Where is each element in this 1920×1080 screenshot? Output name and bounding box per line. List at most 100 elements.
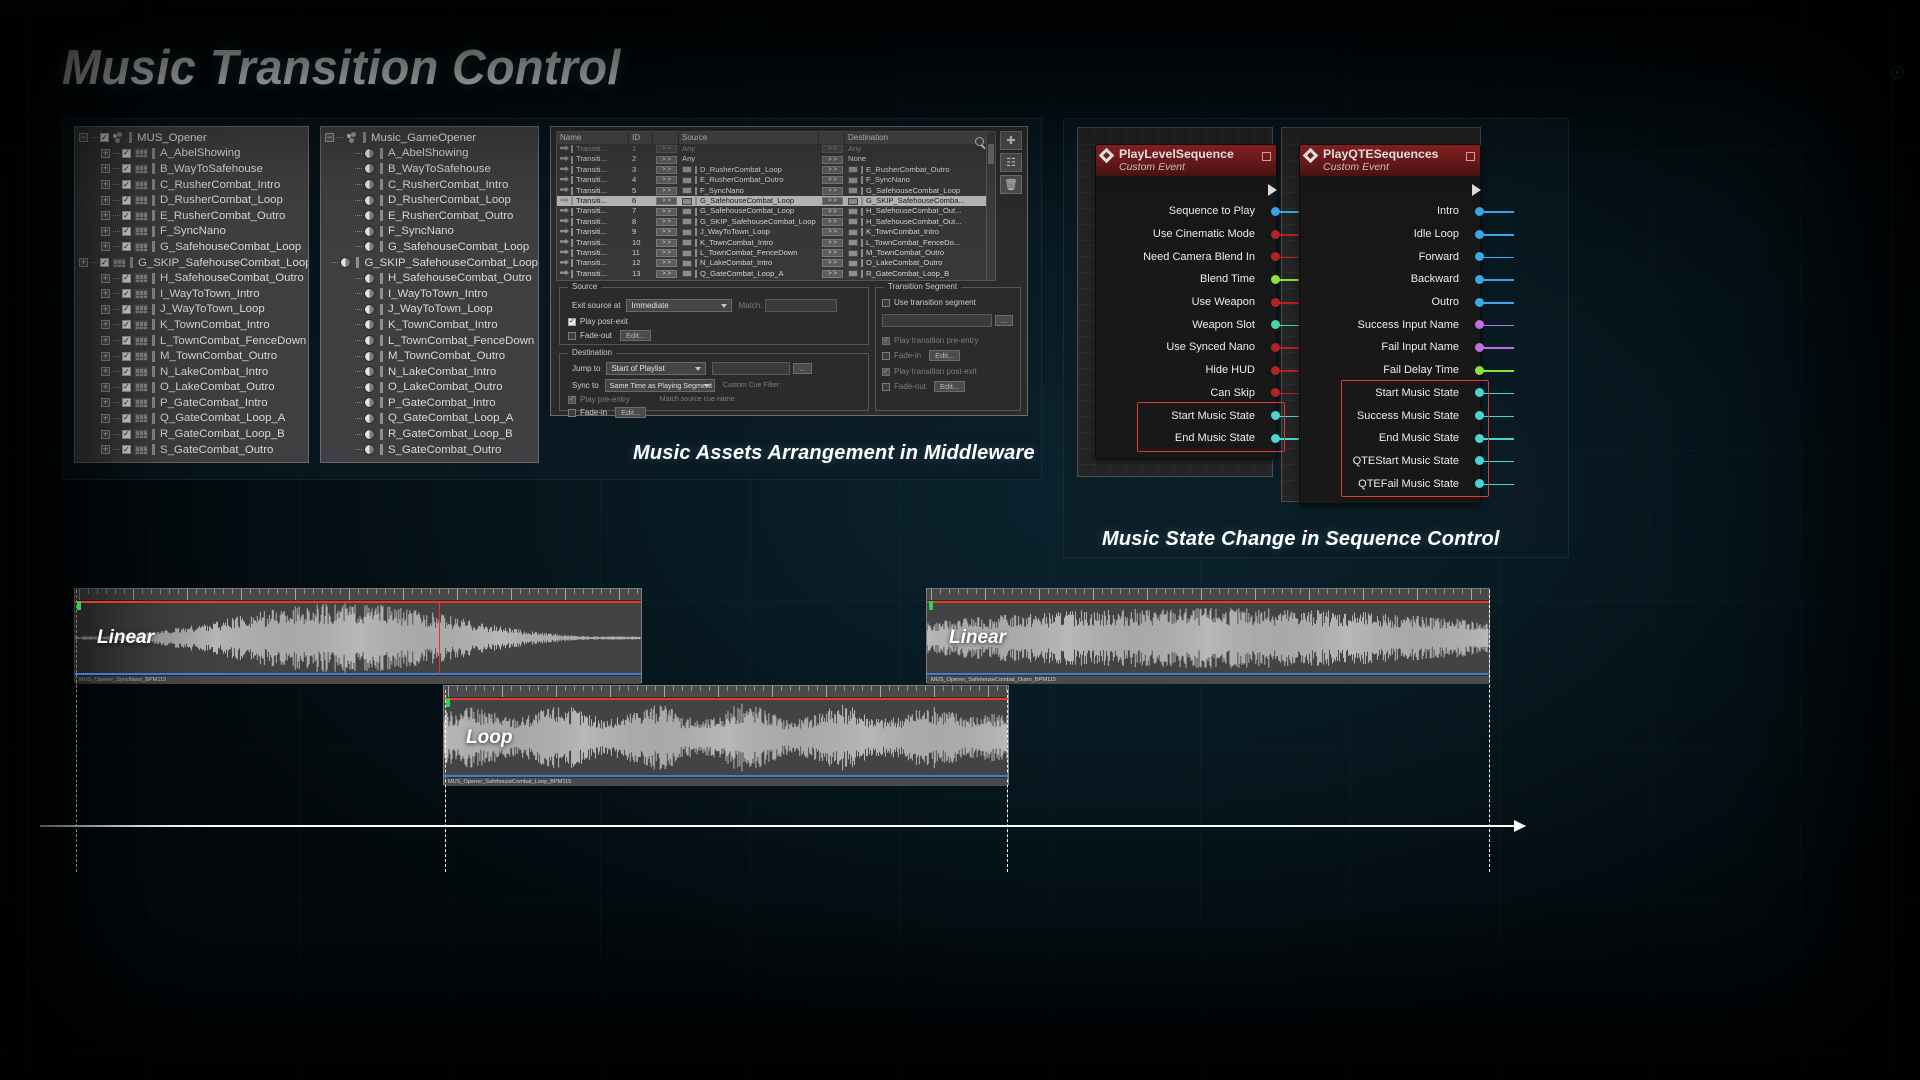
table-row[interactable]: Transiti... 4 > > E_RusherCombat_Outro > > F_…: [557, 175, 995, 185]
tree-item-2[interactable]: + ✓ C_RusherCombat_Intro: [75, 177, 308, 193]
state-item-1[interactable]: B_WayToSafehouse: [321, 161, 538, 177]
node-pin-row[interactable]: Backward: [1300, 268, 1514, 291]
expand-icon[interactable]: +: [101, 242, 110, 252]
table-row[interactable]: Transiti... 11 > > L_TownCombat_FenceDown > …: [557, 248, 995, 258]
tree-item-18[interactable]: + ✓ R_GateCombat_Loop_B: [75, 426, 308, 442]
state-item-19[interactable]: S_GateCombat_Outro: [321, 442, 538, 458]
table-row[interactable]: Transiti... 5 > > F_SyncNano > > G_SafehouseC…: [557, 186, 995, 196]
node-header[interactable]: PlayLevelSequence Custom Event: [1096, 145, 1276, 176]
tree-item-17[interactable]: + ✓ Q_GateCombat_Loop_A: [75, 411, 308, 427]
destination-browse-button[interactable]: > >: [822, 238, 843, 247]
column-header-id[interactable]: ID: [629, 132, 653, 144]
source-browse-button[interactable]: > >: [656, 217, 677, 226]
tree-checkbox[interactable]: ✓: [122, 242, 131, 252]
collapse-icon[interactable]: −: [79, 133, 88, 143]
table-row[interactable]: Transiti... 1 > > Any > > Any: [557, 144, 995, 154]
destination-browse-button[interactable]: > >: [822, 155, 843, 164]
waveform-start-marker[interactable]: [446, 698, 450, 707]
source-browse-button[interactable]: > >: [656, 238, 677, 247]
source-browse-button[interactable]: > >: [656, 197, 677, 206]
tree-checkbox[interactable]: ✓: [122, 445, 131, 455]
tree-item-7[interactable]: + ✓ G_SKIP_SafehouseCombat_Loop: [75, 255, 308, 271]
transition-play-post-exit-row[interactable]: ✓ Play transition post-exit: [882, 367, 977, 376]
blueprint-node-play-qte-sequences[interactable]: PlayQTESequences Custom Event Intro Idle Lo…: [1299, 144, 1514, 504]
jump-to-browse-button[interactable]: ...: [793, 363, 812, 374]
node-pin-row[interactable]: End Music State: [1096, 427, 1310, 450]
destination-browse-button[interactable]: > >: [822, 186, 843, 195]
transition-play-pre-entry-checkbox[interactable]: ✓: [882, 336, 890, 345]
column-header-name[interactable]: Name: [557, 132, 629, 144]
music-state-tree-b[interactable]: − Music_GameOpener A_AbelShowing B_WayToSaf…: [320, 126, 539, 463]
tree-checkbox[interactable]: ✓: [122, 211, 131, 221]
play-pre-entry-checkbox[interactable]: ✓: [568, 395, 576, 404]
tree-checkbox[interactable]: ✓: [122, 398, 131, 408]
state-item-7[interactable]: G_SKIP_SafehouseCombat_Loop: [321, 255, 538, 271]
tree-item-15[interactable]: + ✓ O_LakeCombat_Outro: [75, 380, 308, 396]
delete-transition-button[interactable]: 🗑: [1000, 175, 1022, 194]
source-browse-button[interactable]: > >: [656, 186, 677, 195]
state-item-15[interactable]: O_LakeCombat_Outro: [321, 380, 538, 396]
tree-root-row[interactable]: − ✓ MUS_Opener: [75, 130, 308, 146]
transition-fade-out-checkbox[interactable]: [882, 382, 890, 391]
tree-checkbox[interactable]: ✓: [122, 320, 131, 330]
table-row[interactable]: Transiti... 9 > > J_WayToTown_Loop > > K_Town…: [557, 227, 995, 237]
node-pin-row[interactable]: Use Weapon: [1096, 291, 1310, 314]
node-pin-row[interactable]: Start Music State: [1096, 404, 1310, 427]
column-header-source[interactable]: Source: [679, 132, 819, 144]
expand-icon[interactable]: +: [101, 398, 110, 408]
table-row[interactable]: Transiti... 8 > > G_SKIP_SafehouseCombat_Lo…: [557, 217, 995, 227]
destination-browse-button[interactable]: > >: [822, 217, 843, 226]
node-pin-row[interactable]: Use Cinematic Mode: [1096, 223, 1310, 246]
node-pin-row[interactable]: Intro: [1300, 200, 1514, 223]
tree-checkbox[interactable]: ✓: [122, 195, 131, 205]
expand-icon[interactable]: +: [101, 289, 110, 299]
state-item-8[interactable]: H_SafehouseCombat_Outro: [321, 270, 538, 286]
jump-to-extra-input[interactable]: [712, 362, 791, 375]
source-browse-button[interactable]: > >: [656, 155, 677, 164]
tree-checkbox[interactable]: ✓: [100, 258, 109, 268]
exit-source-select[interactable]: Immediate: [626, 299, 733, 312]
expand-icon[interactable]: +: [101, 413, 110, 423]
expand-icon[interactable]: +: [101, 429, 110, 439]
tree-item-19[interactable]: + ✓ S_GateCombat_Outro: [75, 442, 308, 458]
table-row[interactable]: Transiti... 13 > > Q_GateCombat_Loop_A > > R_…: [557, 269, 995, 279]
destination-fade-in-edit-button[interactable]: Edit...: [615, 407, 647, 418]
duplicate-transition-button[interactable]: ☷: [1000, 153, 1022, 172]
exec-pin-icon[interactable]: [1268, 184, 1277, 196]
transition-table-scrollbar[interactable]: [986, 132, 995, 280]
tree-checkbox[interactable]: ✓: [122, 289, 131, 299]
waveform-loop[interactable]: Loop MUS_Opener_SafehouseCombat_Loop_BPM1…: [443, 685, 1009, 786]
node-pin-row[interactable]: Idle Loop: [1300, 223, 1514, 246]
state-item-14[interactable]: N_LakeCombat_Intro: [321, 364, 538, 380]
node-pin-row[interactable]: QTEStart Music State: [1300, 450, 1514, 473]
tree-item-16[interactable]: + ✓ P_GateCombat_Intro: [75, 395, 308, 411]
node-pin-row[interactable]: Sequence to Play: [1096, 200, 1310, 223]
source-browse-button[interactable]: > >: [656, 176, 677, 185]
expand-icon[interactable]: +: [101, 273, 110, 283]
tree-checkbox[interactable]: ✓: [122, 148, 131, 158]
node-pin-row[interactable]: Start Music State: [1300, 382, 1514, 405]
waveform-ruler[interactable]: [927, 589, 1489, 601]
tree-checkbox[interactable]: ✓: [122, 367, 131, 377]
destination-browse-button[interactable]: > >: [822, 176, 843, 185]
source-browse-button[interactable]: > >: [656, 259, 677, 268]
waveform-playhead[interactable]: [439, 601, 440, 675]
state-item-9[interactable]: I_WayToTown_Intro: [321, 286, 538, 302]
expand-icon[interactable]: +: [79, 258, 88, 268]
node-pin-row[interactable]: Forward: [1300, 245, 1514, 268]
node-pin-row[interactable]: Weapon Slot: [1096, 313, 1310, 336]
node-pin-row[interactable]: Fail Delay Time: [1300, 359, 1514, 382]
destination-browse-button[interactable]: > >: [822, 145, 843, 154]
state-item-4[interactable]: E_RusherCombat_Outro: [321, 208, 538, 224]
source-browse-button[interactable]: > >: [656, 145, 677, 154]
exec-pin-icon[interactable]: [1472, 184, 1481, 196]
collapse-icon[interactable]: −: [325, 133, 334, 143]
add-transition-button[interactable]: ✚: [1000, 131, 1022, 150]
table-row[interactable]: Transiti... 7 > > G_SafehouseCombat_Loop > >…: [557, 206, 995, 216]
table-row[interactable]: Transiti... 3 > > D_RusherCombat_Loop > > E_R…: [557, 165, 995, 175]
state-item-6[interactable]: G_SafehouseCombat_Loop: [321, 239, 538, 255]
tree-checkbox[interactable]: ✓: [122, 413, 131, 423]
transition-table[interactable]: Name ID Source Destination Transiti... 1 >…: [556, 131, 996, 281]
tree-item-14[interactable]: + ✓ N_LakeCombat_Intro: [75, 364, 308, 380]
tree-checkbox[interactable]: ✓: [122, 429, 131, 439]
